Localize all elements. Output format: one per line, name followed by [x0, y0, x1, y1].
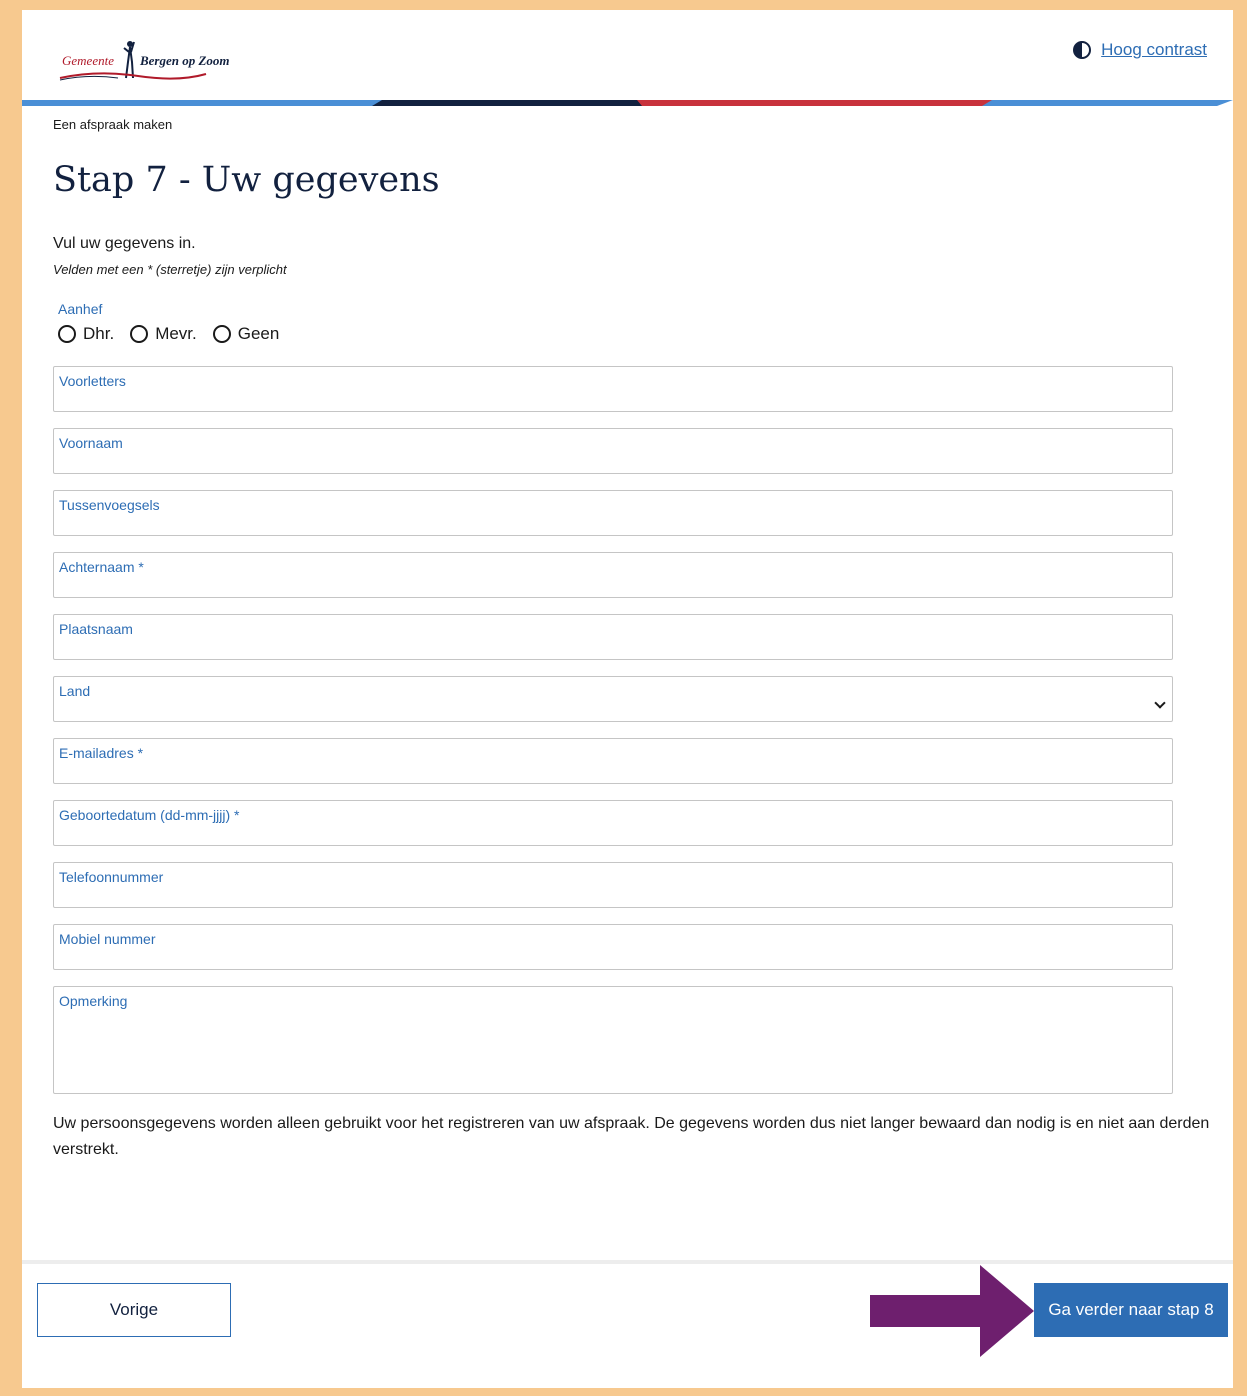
intro-text: Vul uw gegevens in.	[53, 235, 196, 252]
email-field[interactable]: E-mailadres *	[53, 738, 1173, 784]
email-label: E-mailadres *	[59, 745, 144, 761]
tussenvoegsels-field[interactable]: Tussenvoegsels	[53, 490, 1173, 536]
voornaam-label: Voornaam	[59, 435, 123, 451]
tussenvoegsels-label: Tussenvoegsels	[59, 497, 160, 513]
salutation-radio-group: Dhr. Mevr. Geen	[58, 324, 295, 344]
header-color-band	[22, 100, 1233, 106]
opmerking-textarea[interactable]: Opmerking	[53, 986, 1173, 1094]
contrast-icon	[1073, 41, 1092, 59]
previous-button[interactable]: Vorige	[37, 1283, 231, 1337]
logo-city-text: Bergen op Zoom	[139, 53, 230, 68]
radio-dhr[interactable]: Dhr.	[58, 324, 114, 344]
geboortedatum-label: Geboortedatum (dd-mm-jjjj) *	[59, 807, 240, 823]
plaatsnaam-field[interactable]: Plaatsnaam	[53, 614, 1173, 660]
required-note: Velden met een * (sterretje) zijn verpli…	[53, 262, 287, 277]
salutation-label: Aanhef	[58, 301, 103, 317]
radio-geen-label: Geen	[237, 324, 280, 343]
logo-swoosh-icon	[59, 72, 207, 81]
privacy-notice: Uw persoonsgegevens worden alleen gebrui…	[53, 1115, 1210, 1158]
breadcrumb: Een afspraak maken	[53, 117, 173, 132]
telefoon-label: Telefoonnummer	[59, 869, 164, 885]
radio-mevr-label: Mevr.	[155, 324, 197, 343]
geboortedatum-field[interactable]: Geboortedatum (dd-mm-jjjj) *	[53, 800, 1173, 846]
achternaam-label: Achternaam *	[59, 559, 144, 575]
achternaam-field[interactable]: Achternaam *	[53, 552, 1173, 598]
telefoon-field[interactable]: Telefoonnummer	[53, 862, 1173, 908]
chevron-down-icon[interactable]	[1154, 697, 1166, 709]
mobiel-label: Mobiel nummer	[59, 931, 156, 947]
footer-divider	[22, 1260, 1233, 1264]
high-contrast-label: Hoog contrast	[1101, 40, 1207, 59]
radio-geen[interactable]: Geen	[212, 324, 280, 344]
voorletters-label: Voorletters	[59, 373, 126, 389]
page-title: Stap 7 - Uw gegevens	[53, 160, 440, 200]
radio-circle-icon[interactable]	[58, 325, 76, 343]
header: Gemeente Bergen op Zoom Hoog contrast	[22, 10, 1233, 106]
radio-circle-icon[interactable]	[130, 325, 149, 343]
mobiel-field[interactable]: Mobiel nummer	[53, 924, 1173, 970]
land-label: Land	[59, 683, 91, 699]
radio-dhr-label: Dhr.	[83, 324, 115, 343]
radio-mevr[interactable]: Mevr.	[130, 324, 197, 344]
logo-gemeente-text: Gemeente	[62, 53, 114, 68]
voorletters-field[interactable]: Voorletters	[53, 366, 1173, 412]
voornaam-field[interactable]: Voornaam	[53, 428, 1173, 474]
opmerking-label: Opmerking	[59, 993, 128, 1009]
next-step-button[interactable]: Ga verder naar stap 8	[1034, 1283, 1228, 1337]
radio-circle-icon[interactable]	[212, 325, 231, 343]
land-select[interactable]: Land	[53, 676, 1173, 722]
high-contrast-link[interactable]: Hoog contrast	[1073, 40, 1207, 60]
page: Gemeente Bergen op Zoom Hoog contrast Ee…	[10, 10, 1237, 1388]
plaatsnaam-label: Plaatsnaam	[59, 621, 133, 637]
annotation-arrow-icon	[870, 1265, 1034, 1357]
